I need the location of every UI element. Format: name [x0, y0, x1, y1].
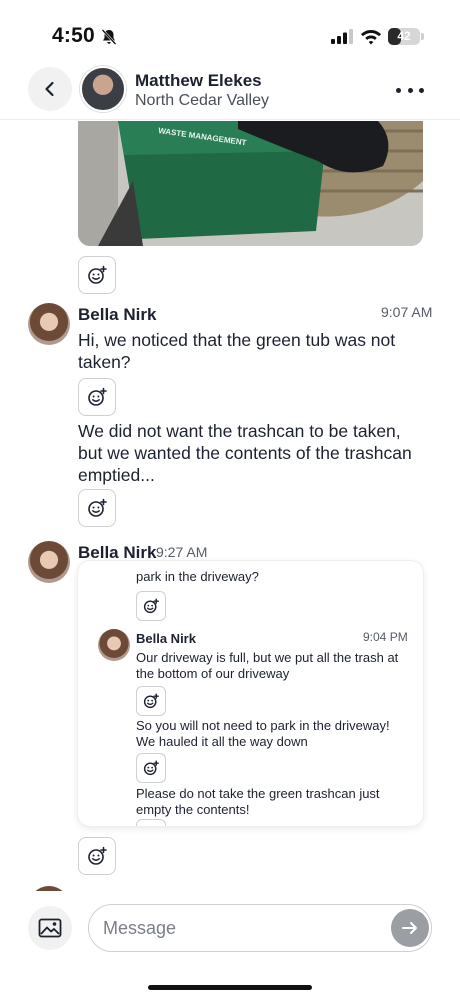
message-list[interactable]: WASTE MANAGEMENT Bella Nirk 9:07 AM Hi, … — [0, 121, 460, 891]
sender-avatar[interactable] — [28, 886, 70, 891]
home-indicator[interactable] — [148, 985, 312, 990]
quoted-sender-avatar — [98, 629, 130, 661]
add-reaction-button[interactable] — [136, 686, 166, 716]
add-reaction-icon — [88, 498, 107, 517]
bell-off-icon — [101, 29, 117, 45]
add-reaction-button[interactable] — [78, 837, 116, 875]
add-reaction-button[interactable] — [136, 819, 166, 826]
add-reaction-button[interactable] — [78, 489, 116, 527]
contact-name[interactable]: Matthew Elekes — [135, 71, 262, 91]
message-time: 9:27 AM — [156, 544, 208, 560]
add-reaction-button[interactable] — [78, 256, 116, 294]
wifi-icon — [361, 30, 381, 45]
add-reaction-icon — [143, 693, 159, 709]
sender-name[interactable]: Bella Nirk — [78, 543, 156, 563]
battery-percentage: 42 — [397, 29, 411, 43]
image-icon — [38, 918, 62, 938]
sender-avatar[interactable] — [28, 303, 70, 345]
battery-nub — [421, 33, 424, 40]
back-button[interactable] — [28, 67, 72, 111]
image-attachment[interactable]: WASTE MANAGEMENT — [78, 121, 423, 246]
add-reaction-icon — [88, 846, 107, 865]
add-reaction-icon — [88, 265, 107, 284]
add-reaction-icon — [143, 760, 159, 776]
message-text: We did not want the trashcan to be taken… — [78, 421, 412, 485]
chevron-left-icon — [45, 81, 54, 97]
chat-header: Matthew Elekes North Cedar Valley — [0, 62, 460, 120]
quoted-time: 9:04 PM — [363, 630, 408, 644]
message-text: Hi, we noticed that the green tub was no… — [78, 330, 396, 372]
quoted-sender-name: Bella Nirk — [136, 631, 196, 646]
trash-can-photo: WASTE MANAGEMENT — [78, 121, 423, 246]
add-reaction-button[interactable] — [136, 753, 166, 783]
send-button[interactable] — [391, 909, 429, 947]
battery-icon: 42 — [388, 28, 420, 45]
contact-avatar[interactable] — [80, 66, 126, 112]
contact-location: North Cedar Valley — [135, 92, 269, 109]
message-composer — [0, 895, 460, 965]
cellular-signal-icon — [331, 29, 353, 44]
add-reaction-icon — [88, 387, 107, 406]
quoted-text: So you will not need to park in the driv… — [136, 718, 390, 749]
more-horizontal-icon — [396, 87, 401, 93]
message-input[interactable] — [88, 904, 432, 952]
sender-name[interactable]: Bella Nirk — [78, 305, 156, 325]
message-time: 9:07 AM — [381, 304, 433, 320]
add-reaction-icon — [143, 598, 159, 614]
status-bar: 4:50 42 — [0, 0, 460, 60]
add-reaction-button[interactable] — [78, 378, 116, 416]
quoted-text: Our driveway is full, but we put all the… — [136, 650, 399, 681]
quoted-text: Please do not take the green trashcan ju… — [136, 786, 380, 817]
more-options-button[interactable] — [396, 80, 424, 100]
arrow-right-icon — [402, 922, 417, 934]
attach-image-button[interactable] — [28, 906, 72, 950]
quoted-message-card[interactable]: park in the driveway? Bella Nirk 9:04 PM… — [78, 561, 423, 826]
quoted-partial-text: park in the driveway? — [136, 569, 259, 584]
status-time: 4:50 — [52, 24, 95, 47]
sender-avatar[interactable] — [28, 541, 70, 583]
add-reaction-button[interactable] — [136, 591, 166, 621]
